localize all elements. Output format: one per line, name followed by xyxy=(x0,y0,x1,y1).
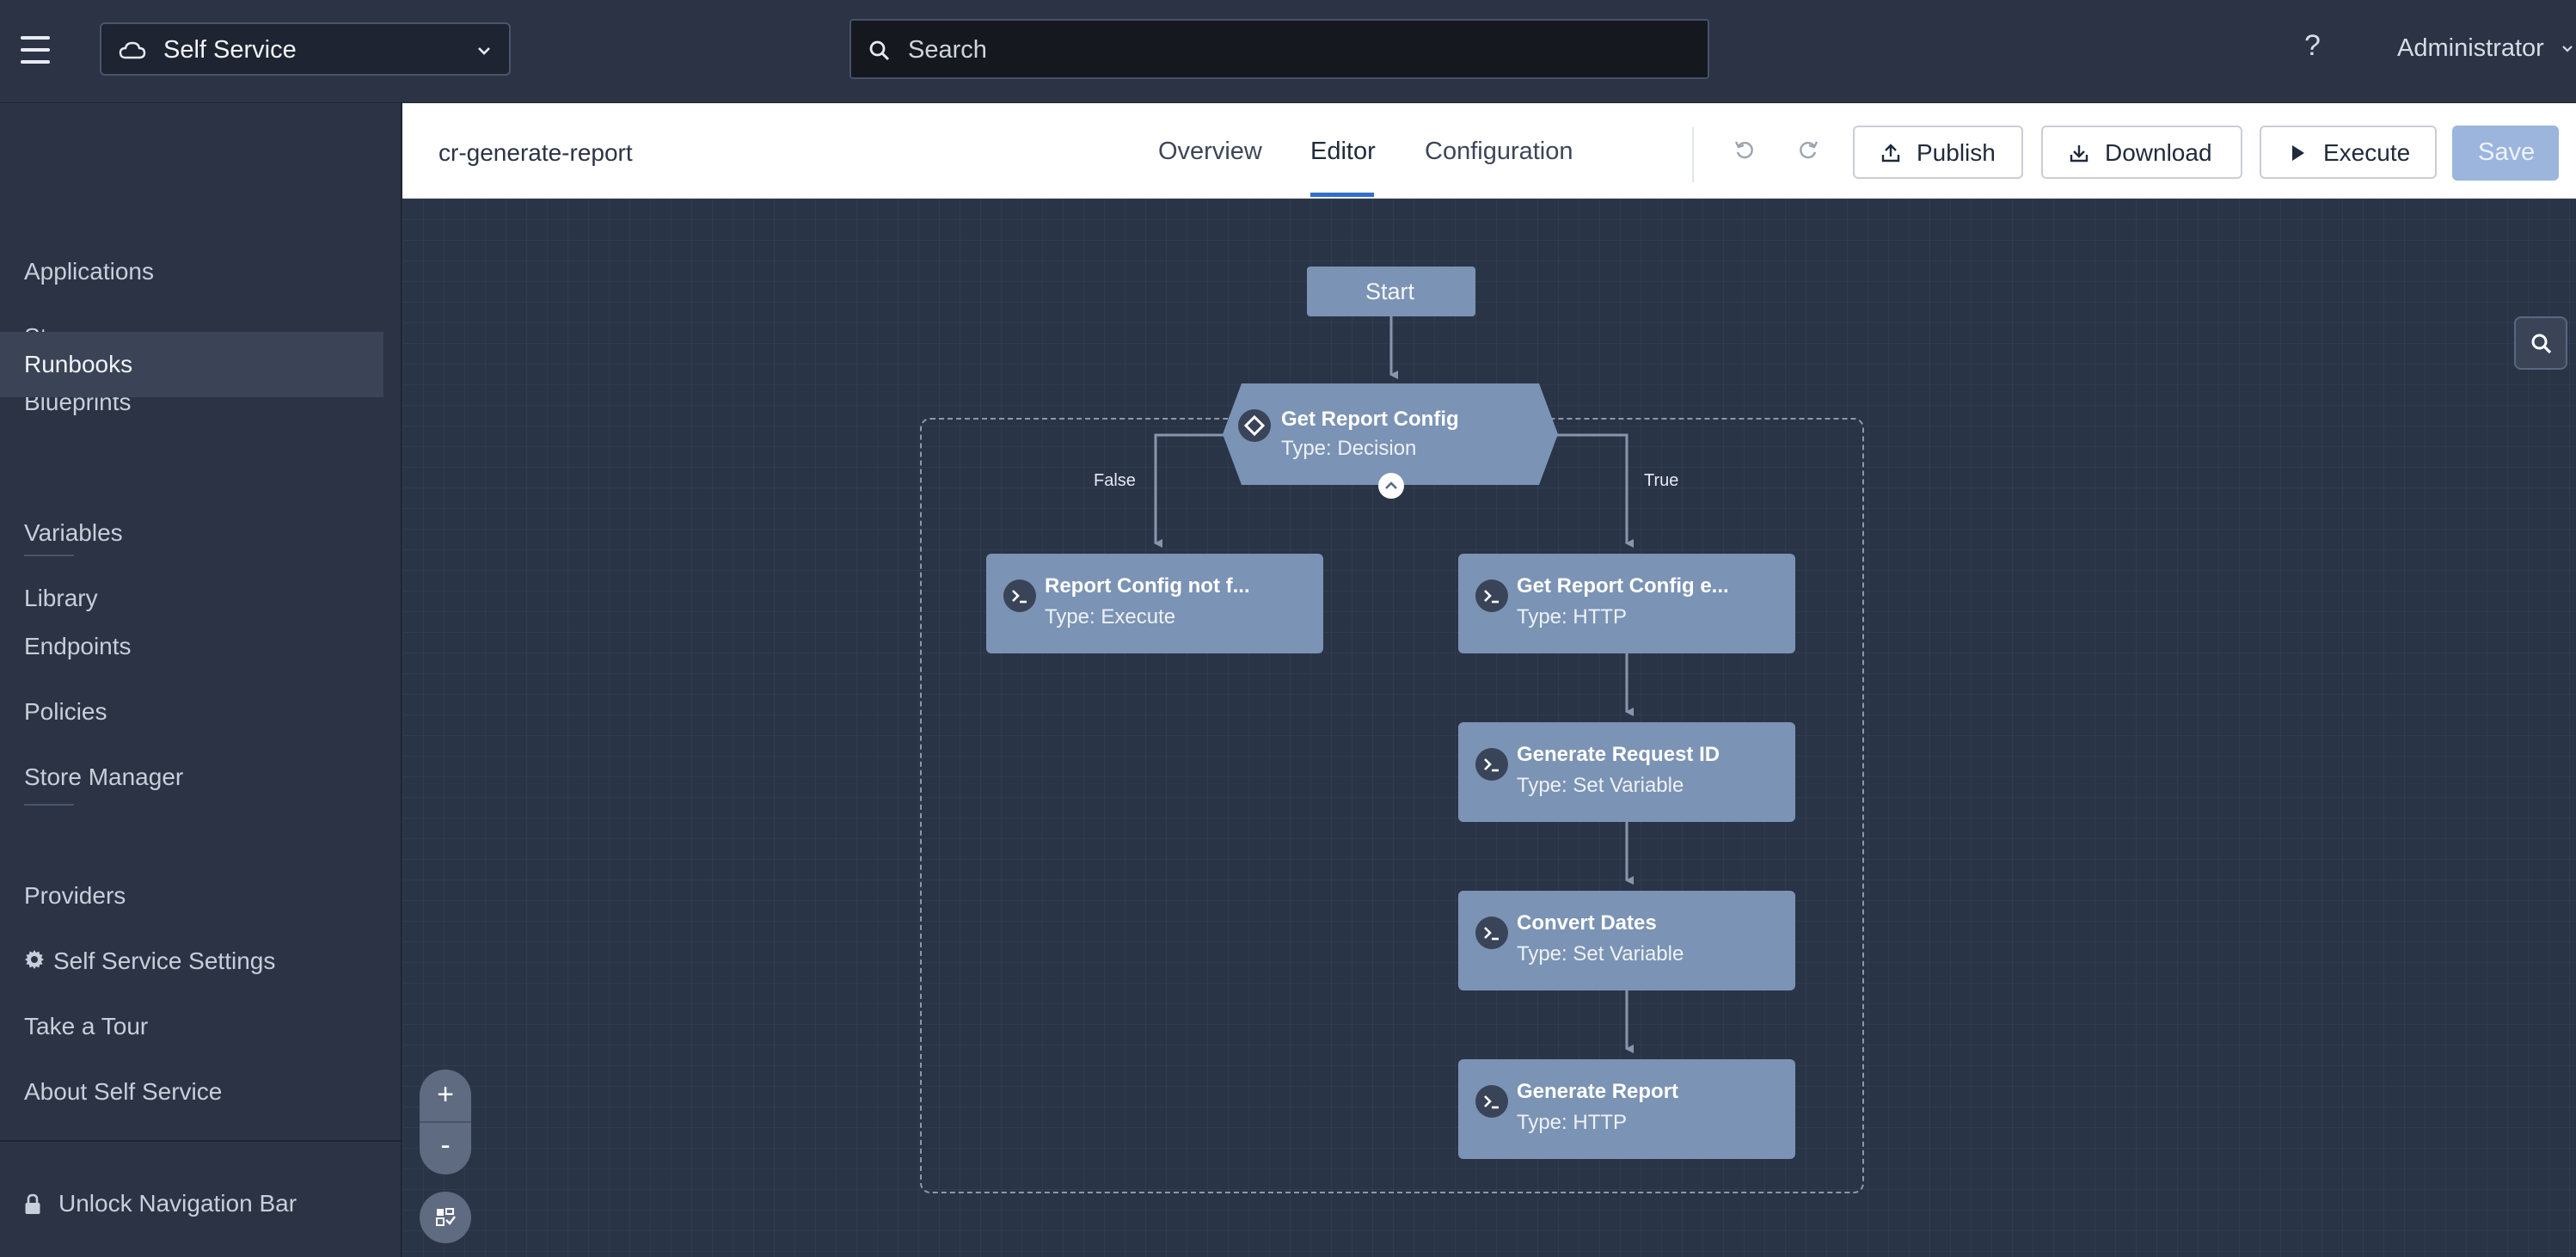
global-search xyxy=(849,19,1709,79)
node-type: Type: Set Variable xyxy=(1517,774,1684,797)
task-node-get-report-config[interactable]: Get Report Config e... Type: HTTP xyxy=(1458,554,1795,653)
decision-shape xyxy=(1223,383,1558,485)
chevron-down-icon xyxy=(2562,46,2573,52)
editor-header: cr-generate-report Overview Editor Confi… xyxy=(402,103,2576,199)
decision-icon xyxy=(1238,409,1271,442)
zoom-controls: + - xyxy=(420,1070,471,1174)
top-bar: Self Service ? Administrator xyxy=(0,0,2576,103)
decision-title: Get Report Config xyxy=(1281,408,1459,431)
task-node-generate-report[interactable]: Generate Report Type: HTTP xyxy=(1458,1059,1795,1159)
lock-icon xyxy=(25,1193,40,1214)
sidebar-item-label: Endpoints xyxy=(24,633,132,659)
tab-overview[interactable]: Overview xyxy=(1158,138,1262,166)
runbook-name: cr-generate-report xyxy=(439,139,633,166)
upload-icon xyxy=(1881,144,1900,162)
download-icon xyxy=(2070,145,2088,162)
undo-icon[interactable] xyxy=(1733,139,1756,162)
sidebar-item-self-service-settings[interactable]: Self Service Settings xyxy=(0,929,383,994)
sidebar-item-take-a-tour[interactable]: Take a Tour xyxy=(0,994,383,1059)
app-switcher-label: Self Service xyxy=(163,36,297,64)
execute-button[interactable]: Execute xyxy=(2260,126,2437,179)
node-type: Type: HTTP xyxy=(1517,1111,1628,1134)
edge-label-false: False xyxy=(1094,471,1136,490)
task-node-generate-request-id[interactable]: Generate Request ID Type: Set Variable xyxy=(1458,722,1795,822)
terminal-icon xyxy=(1475,748,1508,781)
node-title: Generate Request ID xyxy=(1517,743,1720,766)
search-icon xyxy=(2531,334,2552,354)
fit-to-screen-button[interactable] xyxy=(420,1192,471,1243)
node-type: Type: Execute xyxy=(1045,605,1176,628)
zoom-in-button[interactable]: + xyxy=(420,1070,471,1121)
execute-label: Execute xyxy=(2323,139,2411,166)
download-button[interactable]: Download xyxy=(2041,126,2242,179)
publish-label: Publish xyxy=(1917,139,1996,166)
chevron-down-icon xyxy=(478,47,490,55)
unlock-label: Unlock Navigation Bar xyxy=(58,1190,297,1217)
node-type: Type: HTTP xyxy=(1517,605,1628,628)
decision-type: Type: Decision xyxy=(1281,437,1417,460)
sidebar-item-label: Self Service Settings xyxy=(53,947,276,974)
cloud-icon xyxy=(119,41,146,59)
sidebar-item-about-self-service[interactable]: About Self Service xyxy=(0,1059,383,1125)
sidebar-footer-divider xyxy=(0,1140,401,1142)
redo-icon[interactable] xyxy=(1797,139,1819,162)
node-title: Report Config not f... xyxy=(1045,574,1250,598)
sidebar-item-label: Variables xyxy=(24,519,123,546)
publish-button[interactable]: Publish xyxy=(1853,126,2023,179)
tab-configuration[interactable]: Configuration xyxy=(1425,138,1573,166)
node-type: Type: Set Variable xyxy=(1517,942,1684,966)
edge-label-true: True xyxy=(1644,471,1679,490)
start-node[interactable]: Start xyxy=(1307,267,1475,316)
app-switcher-select[interactable]: Self Service xyxy=(100,22,511,76)
fit-view-icon xyxy=(436,1208,456,1226)
sidebar-item-store-manager[interactable]: Store Manager xyxy=(0,745,383,810)
collapse-group-button[interactable] xyxy=(1378,473,1404,499)
terminal-icon xyxy=(1475,1085,1508,1118)
sidebar-item-endpoints[interactable]: Endpoints xyxy=(0,614,383,679)
sidebar-item-label: Providers xyxy=(24,882,126,909)
sidebar-item-policies[interactable]: Policies xyxy=(0,679,383,745)
terminal-icon xyxy=(1003,579,1036,612)
sidebar-item-label: Policies xyxy=(24,698,107,725)
header-divider xyxy=(1692,127,1694,182)
unlock-navigation-bar[interactable]: Unlock Navigation Bar xyxy=(0,1188,383,1240)
chevron-up-icon xyxy=(1385,481,1397,489)
task-node-report-config-not-found[interactable]: Report Config not f... Type: Execute xyxy=(986,554,1323,653)
sidebar-item-label: Applications xyxy=(24,258,154,285)
task-node-convert-dates[interactable]: Convert Dates Type: Set Variable xyxy=(1458,891,1795,990)
terminal-icon xyxy=(1475,917,1508,949)
sidebar-item-label: Store Manager xyxy=(24,763,184,790)
zoom-out-button[interactable]: - xyxy=(420,1123,471,1174)
sidebar-divider xyxy=(24,804,74,806)
save-button[interactable]: Save xyxy=(2452,126,2559,181)
canvas-search-button[interactable] xyxy=(2514,316,2567,370)
help-button[interactable]: ? xyxy=(2304,29,2321,63)
search-icon xyxy=(869,40,890,61)
active-tab-indicator xyxy=(1310,193,1374,197)
sidebar-item-providers[interactable]: Providers xyxy=(0,863,383,929)
search-input[interactable] xyxy=(906,29,1684,71)
node-title: Get Report Config e... xyxy=(1517,574,1729,598)
node-title: Convert Dates xyxy=(1517,911,1657,935)
terminal-icon xyxy=(1475,579,1508,612)
sidebar-divider xyxy=(24,555,74,556)
sidebar-item-runbooks[interactable]: Runbooks xyxy=(0,332,383,397)
sidebar-item-label: Runbooks xyxy=(24,351,133,377)
tab-editor[interactable]: Editor xyxy=(1310,138,1376,166)
sidebar-item-label: Take a Tour xyxy=(24,1013,149,1039)
user-menu[interactable]: Administrator xyxy=(2397,34,2573,63)
node-title: Generate Report xyxy=(1517,1080,1679,1103)
gear-icon xyxy=(25,950,44,969)
save-label: Save xyxy=(2478,138,2536,166)
sidebar: Applications Store Blueprints Runbooks V… xyxy=(0,103,402,1257)
download-label: Download xyxy=(2105,139,2212,166)
play-icon xyxy=(2292,145,2304,161)
start-label: Start xyxy=(1365,279,1415,304)
user-name: Administrator xyxy=(2397,34,2544,62)
sidebar-item-label: About Self Service xyxy=(24,1078,223,1105)
sidebar-item-label: Library xyxy=(24,585,98,611)
decision-node[interactable]: Get Report Config Type: Decision xyxy=(1223,383,1558,485)
sidebar-item-applications[interactable]: Applications xyxy=(0,239,383,304)
hamburger-menu-icon[interactable] xyxy=(21,33,50,67)
